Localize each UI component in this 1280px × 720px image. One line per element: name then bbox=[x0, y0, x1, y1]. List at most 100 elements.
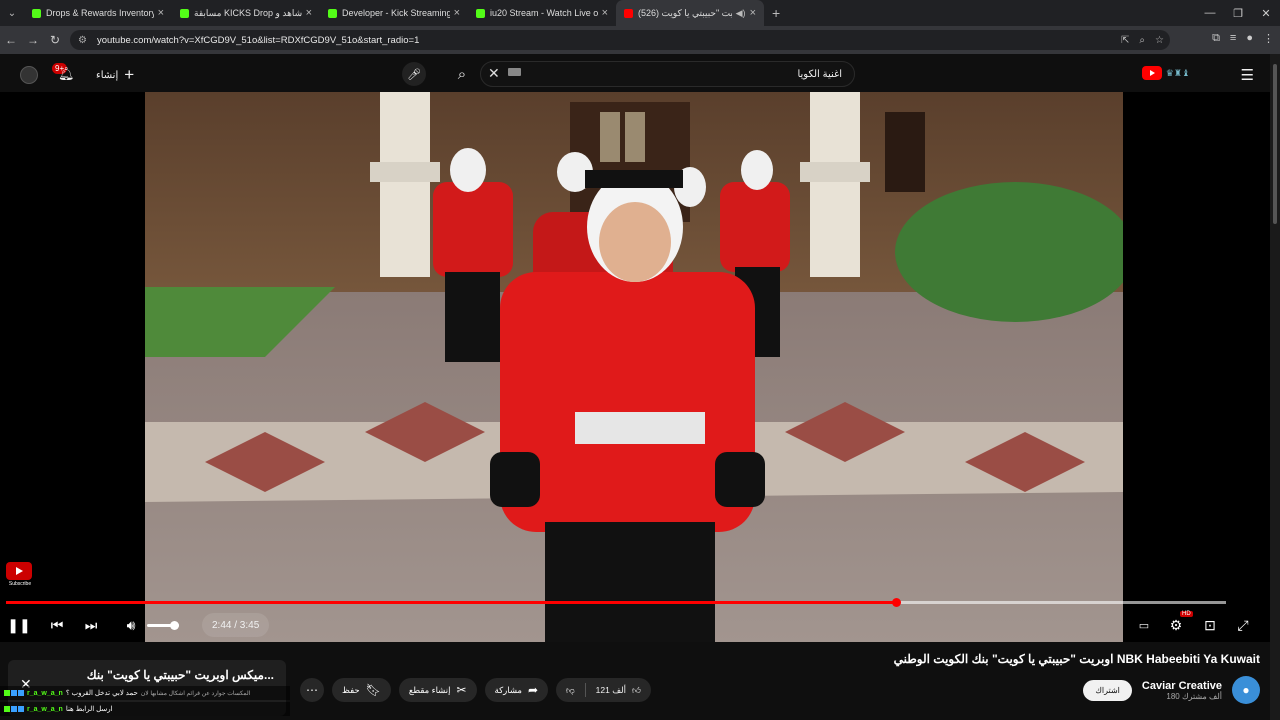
column bbox=[810, 92, 860, 277]
plus-icon: + bbox=[124, 65, 135, 84]
video-player[interactable]: Subscribe ❚❚ ⏮︎ ⏭︎ 🔊︎ 2:44 / 3:45 ▭ ⚙ HD… bbox=[0, 92, 1270, 642]
browser-menu-icon[interactable]: ⋮ bbox=[1263, 32, 1274, 45]
subscribe-watermark[interactable]: Subscribe bbox=[6, 562, 34, 588]
menu-icon[interactable]: ☰ bbox=[1241, 66, 1254, 84]
fullscreen-icon[interactable]: ⤢ bbox=[1232, 615, 1254, 635]
player-controls: ❚❚ ⏮︎ ⏭︎ 🔊︎ 2:44 / 3:45 ▭ ⚙ HD ⊡ ⤢ bbox=[0, 610, 1270, 640]
bookmark-star-icon[interactable]: ☆ bbox=[1155, 35, 1164, 46]
miniplayer-title: ميكس اوبريت "حبيبتي يا كويت" بنك... bbox=[86, 668, 274, 682]
browser-tab-bar: ⌄ Drops & Rewards Inventory - K × مسابقة… bbox=[0, 0, 1280, 26]
hd-badge: HD bbox=[1180, 611, 1193, 617]
browser-tab-1[interactable]: Drops & Rewards Inventory - K × bbox=[24, 0, 172, 26]
save-label: حفظ bbox=[342, 684, 360, 695]
theater-mode-icon[interactable]: ⊡ bbox=[1199, 615, 1221, 635]
time-text: 2:44 / 3:45 bbox=[212, 619, 260, 631]
tab-title: iu20 Stream - Watch Live on Ki bbox=[490, 8, 598, 18]
forward-icon[interactable]: → bbox=[22, 33, 44, 47]
close-tab-icon[interactable]: × bbox=[750, 7, 756, 19]
page-scrollbar[interactable] bbox=[1270, 54, 1280, 720]
back-icon[interactable]: ← bbox=[0, 33, 22, 47]
video-frame[interactable] bbox=[145, 92, 1123, 642]
share-label: مشاركة bbox=[494, 684, 522, 695]
chat-username[interactable]: r_a_w_a_n bbox=[27, 690, 63, 697]
badge-icon bbox=[11, 706, 17, 712]
captions-icon[interactable]: ▭ bbox=[1133, 615, 1155, 635]
maximize-icon[interactable]: ❐ bbox=[1224, 0, 1252, 26]
channel-avatar[interactable]: ● bbox=[1232, 676, 1260, 704]
extensions-icon[interactable]: ⧉ bbox=[1212, 32, 1220, 45]
like-dislike-group: 👎︎ 121 ألف 👍︎ bbox=[556, 678, 651, 702]
voice-search-button[interactable]: 🎤︎ bbox=[402, 62, 426, 86]
create-button[interactable]: إنشاء + bbox=[96, 65, 134, 85]
clear-search-icon[interactable]: ✕ bbox=[488, 65, 500, 82]
previous-icon[interactable]: ⏮︎ bbox=[46, 615, 68, 635]
url-text: youtube.com/watch?v=XfCGD9V_51o&list=RDX… bbox=[96, 34, 420, 46]
share-button[interactable]: مشاركة ➦ bbox=[484, 678, 549, 702]
subscribe-button[interactable]: اشتراك bbox=[1083, 679, 1132, 701]
time-display: 2:44 / 3:45 bbox=[202, 613, 270, 637]
youtube-play-icon bbox=[1141, 66, 1162, 80]
close-tab-icon[interactable]: × bbox=[602, 7, 608, 19]
thumbs-down-icon: 👎︎ bbox=[566, 684, 575, 695]
address-toolbar: ← → ↻ ⚙ youtube.com/watch?v=XfCGD9V_51o&… bbox=[0, 26, 1280, 54]
more-actions-button[interactable]: ⋯ bbox=[300, 678, 324, 702]
tab-title: Developer - Kick Streaming bbox=[342, 8, 450, 18]
tab-search-icon[interactable]: ⌄ bbox=[0, 0, 24, 26]
window-pane bbox=[600, 112, 620, 162]
clip-button[interactable]: إنشاء مقطع ✂ bbox=[398, 678, 477, 702]
keyboard-icon[interactable] bbox=[508, 68, 521, 76]
scrollbar-thumb[interactable] bbox=[1273, 64, 1277, 224]
chat-badges bbox=[4, 690, 24, 696]
browser-tab-4[interactable]: iu20 Stream - Watch Live on Ki × bbox=[468, 0, 616, 26]
channel-name[interactable]: Caviar Creative bbox=[1142, 680, 1222, 692]
new-tab-icon[interactable]: + bbox=[772, 5, 780, 21]
scrubber-handle[interactable] bbox=[891, 598, 901, 607]
video-title: اوبريت "حبيبتي يا كويت" بنك الكويت الوطن… bbox=[893, 652, 1260, 666]
reload-icon[interactable]: ↻ bbox=[44, 33, 66, 47]
tab-title: مسابقة KICKS Drop هنا، شاهد و bbox=[194, 7, 302, 18]
badge-icon bbox=[18, 706, 24, 712]
chat-username[interactable]: r_a_w_a_n bbox=[27, 706, 63, 713]
progress-bar[interactable] bbox=[6, 598, 1226, 607]
browser-tab-3[interactable]: Developer - Kick Streaming × bbox=[320, 0, 468, 26]
media-control-icon[interactable]: ≡ bbox=[1230, 32, 1236, 45]
site-info-icon[interactable]: ⚙ bbox=[78, 35, 87, 46]
logo-doodle-icon: ♛♜♝ bbox=[1165, 67, 1190, 78]
youtube-logo[interactable]: ♛♜♝ bbox=[1141, 66, 1190, 80]
chat-text: حمد لابي تدخل القروب ؟ bbox=[65, 690, 138, 697]
save-button[interactable]: حفظ 🔖︎ bbox=[332, 678, 391, 702]
like-button[interactable]: 121 ألف 👍︎ bbox=[586, 678, 651, 702]
browser-tab-5[interactable]: (526) اوبريت "حبيبتي يا كويت ◀) × bbox=[616, 0, 764, 26]
search-value: اغنية الكويا bbox=[797, 68, 842, 80]
bell-icon[interactable]: 🔔︎ bbox=[58, 66, 75, 82]
search-button[interactable]: ⌕ bbox=[448, 61, 476, 87]
close-tab-icon[interactable]: × bbox=[306, 7, 312, 19]
avatar[interactable] bbox=[20, 66, 38, 84]
search-input[interactable]: اغنية الكويا bbox=[480, 61, 855, 87]
profile-icon[interactable]: ● bbox=[1246, 32, 1253, 45]
volume-handle[interactable] bbox=[170, 621, 180, 630]
speaker-icon[interactable]: ◀) bbox=[736, 8, 746, 19]
volume-icon[interactable]: 🔊︎ bbox=[120, 615, 142, 635]
url-field[interactable]: ⚙ youtube.com/watch?v=XfCGD9V_51o&list=R… bbox=[70, 30, 1170, 50]
minimize-icon[interactable]: — bbox=[1196, 0, 1224, 26]
close-tab-icon[interactable]: × bbox=[454, 7, 460, 19]
close-window-icon[interactable]: ✕ bbox=[1252, 0, 1280, 26]
subscriber-count: 180 ألف مشترك bbox=[1166, 691, 1222, 701]
badge-icon bbox=[4, 690, 10, 696]
channel-row: اشتراك Caviar Creative 180 ألف مشترك ● bbox=[1083, 676, 1260, 704]
video-scene bbox=[145, 92, 1123, 642]
cast-icon[interactable]: ⇱ bbox=[1121, 35, 1129, 46]
kick-icon bbox=[476, 8, 485, 18]
chat-badges bbox=[4, 706, 24, 712]
browser-tab-2[interactable]: مسابقة KICKS Drop هنا، شاهد و × bbox=[172, 0, 320, 26]
settings-gear-icon[interactable]: ⚙ bbox=[1165, 615, 1187, 635]
dislike-button[interactable]: 👎︎ bbox=[556, 678, 585, 702]
close-tab-icon[interactable]: × bbox=[158, 7, 164, 19]
zoom-icon[interactable]: ⌕ bbox=[1139, 35, 1145, 46]
next-icon[interactable]: ⏭︎ bbox=[80, 615, 102, 635]
chat-message: r_a_w_a_n ارسل الرابط هنا bbox=[0, 702, 290, 716]
pause-icon[interactable]: ❚❚ bbox=[7, 615, 30, 635]
clip-label: إنشاء مقطع bbox=[408, 684, 451, 695]
column-capital bbox=[370, 162, 440, 182]
